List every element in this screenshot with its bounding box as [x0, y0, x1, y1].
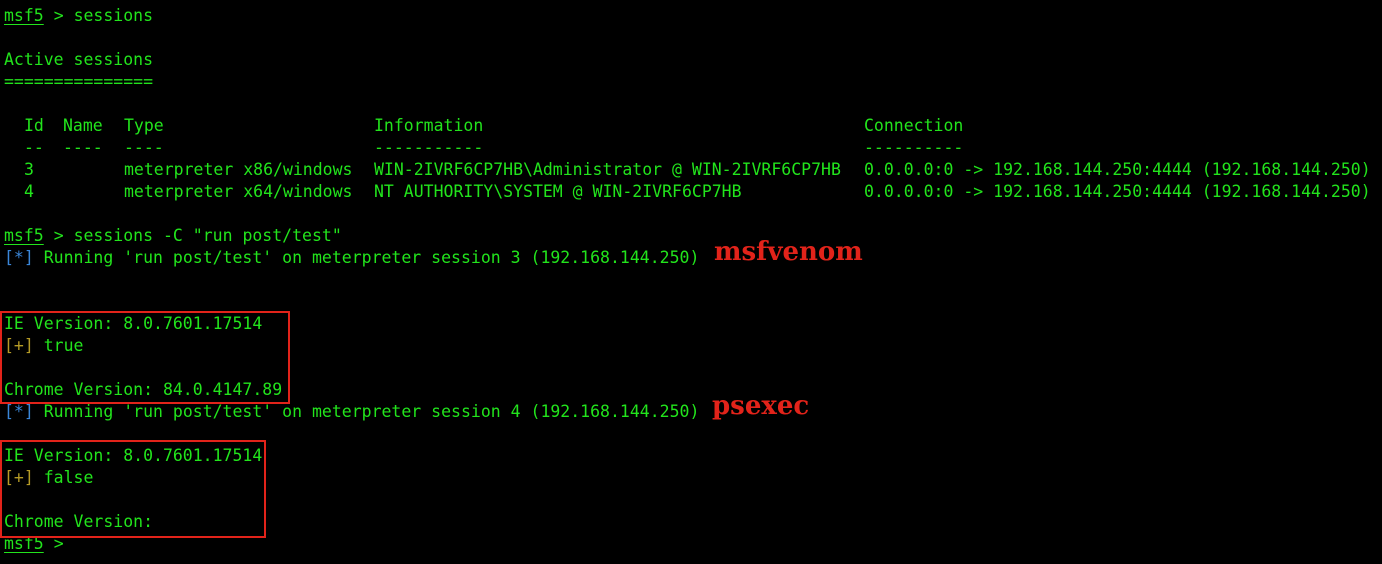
info-tag: [*] — [4, 402, 34, 421]
section-rule: =============== — [4, 72, 154, 91]
prompt-line: msf5 > sessions — [4, 5, 1382, 27]
status-line: [*] Running 'run post/test' on meterpret… — [4, 393, 1382, 423]
section-title: Active sessions — [4, 50, 154, 69]
header-name: Name — [63, 116, 103, 135]
underline-information: ----------- — [374, 138, 484, 157]
row-id: 4 — [24, 182, 34, 201]
status-message: Running 'run post/test' on meterpreter s… — [43, 248, 700, 267]
header-type: Type — [124, 116, 164, 135]
row-id: 3 — [24, 160, 34, 179]
command-text: sessions -C "run post/test" — [73, 226, 342, 245]
row-connection: 0.0.0.0:0 -> 192.168.144.250:4444 (192.1… — [864, 182, 1371, 201]
prompt-line: msf5 > sessions -C "run post/test" — [4, 225, 1382, 247]
highlight-box-session-3 — [0, 311, 290, 404]
header-information: Information — [374, 116, 484, 135]
annotation-msfvenom: msfvenom — [714, 237, 863, 267]
header-id: Id — [24, 116, 44, 135]
table-row: 4 meterpreter x64/windows NT AUTHORITY\S… — [4, 181, 1382, 203]
header-connection: Connection — [864, 116, 964, 135]
underline-type: ---- — [124, 138, 164, 157]
annotation-psexec: psexec — [712, 391, 810, 421]
highlight-box-session-4 — [0, 440, 266, 538]
status-line: [*] Running 'run post/test' on meterpret… — [4, 239, 1382, 269]
prompt-name: msf5 — [4, 6, 44, 25]
table-row: 3 meterpreter x86/windows WIN-2IVRF6CP7H… — [4, 159, 1382, 181]
table-header: Id Name Type Information Connection — [4, 115, 1382, 137]
row-connection: 0.0.0.0:0 -> 192.168.144.250:4444 (192.1… — [864, 160, 1371, 179]
row-type: meterpreter x64/windows — [124, 182, 353, 201]
underline-name: ---- — [63, 138, 103, 157]
prompt-name: msf5 — [4, 226, 44, 245]
status-message: Running 'run post/test' on meterpreter s… — [43, 402, 700, 421]
prompt-symbol: > — [53, 6, 64, 25]
row-information: WIN-2IVRF6CP7HB\Administrator @ WIN-2IVR… — [374, 160, 841, 179]
info-tag: [*] — [4, 248, 34, 267]
prompt-symbol: > — [53, 226, 64, 245]
row-type: meterpreter x86/windows — [124, 160, 353, 179]
command-text: sessions — [73, 6, 154, 25]
row-information: NT AUTHORITY\SYSTEM @ WIN-2IVRF6CP7HB — [374, 182, 742, 201]
table-header-underline: -- ---- ---- ----------- ---------- — [4, 137, 1382, 159]
underline-id: -- — [24, 138, 44, 157]
underline-connection: ---------- — [864, 138, 964, 157]
